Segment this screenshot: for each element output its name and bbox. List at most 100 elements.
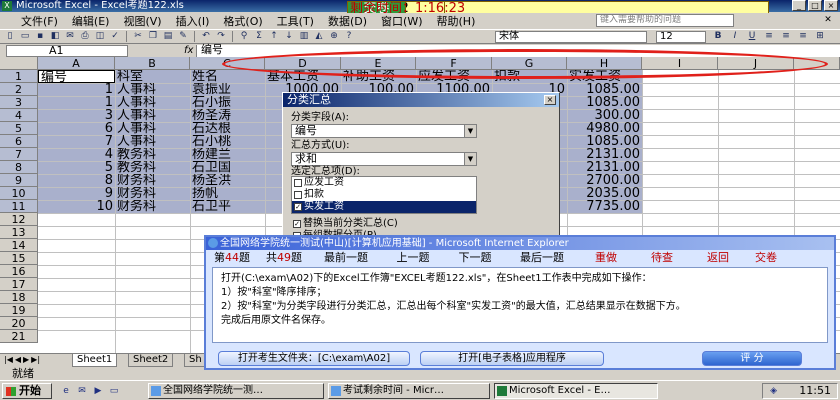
- list-item[interactable]: 扣款: [292, 189, 476, 201]
- row-header-18[interactable]: 18: [0, 291, 38, 304]
- email-icon[interactable]: ✉: [64, 31, 76, 42]
- cell-header[interactable]: 姓名: [190, 70, 265, 83]
- menu-data[interactable]: 数据(D): [321, 13, 374, 29]
- drawing-icon[interactable]: ◭: [313, 31, 325, 42]
- undo-icon[interactable]: ↶: [200, 31, 212, 42]
- first-sheet-icon[interactable]: |◀: [4, 355, 13, 364]
- row-header-9[interactable]: 9: [0, 174, 38, 187]
- checkbox[interactable]: ✓: [294, 203, 302, 211]
- score-button[interactable]: 评 分: [702, 351, 802, 366]
- outlook-quicklaunch-icon[interactable]: ✉: [76, 385, 88, 397]
- row-header-1[interactable]: 1: [0, 70, 38, 83]
- help-icon[interactable]: ?: [343, 31, 355, 42]
- print-preview-icon[interactable]: ◫: [94, 31, 106, 42]
- row-header-16[interactable]: 16: [0, 265, 38, 278]
- cell[interactable]: 杨建兰: [190, 148, 265, 161]
- formula-input[interactable]: 编号: [196, 44, 840, 57]
- row-header-19[interactable]: 19: [0, 304, 38, 317]
- save-icon[interactable]: ▪: [34, 31, 46, 42]
- start-button[interactable]: 开始: [2, 383, 52, 399]
- dialog-close-button[interactable]: ×: [544, 95, 556, 105]
- row-header-5[interactable]: 5: [0, 122, 38, 135]
- document-close-icon[interactable]: ✕: [822, 15, 834, 26]
- column-header-f[interactable]: F: [416, 57, 492, 70]
- cell[interactable]: 教务科: [115, 161, 190, 174]
- cell[interactable]: 杨圣洪: [190, 174, 265, 187]
- tray-network-icon[interactable]: ◈: [767, 386, 777, 396]
- cell[interactable]: 人事科: [115, 83, 190, 96]
- taskbar-item-timer[interactable]: 考试剩余时间 - Micr…: [328, 383, 490, 399]
- cell-header[interactable]: 基本工资: [265, 70, 341, 83]
- cell[interactable]: 8: [38, 174, 115, 187]
- copy-icon[interactable]: ❐: [147, 31, 159, 42]
- sort-ascending-icon[interactable]: ↑: [268, 31, 280, 42]
- row-header-6[interactable]: 6: [0, 135, 38, 148]
- first-question-button[interactable]: 最前一题: [310, 249, 382, 265]
- cell[interactable]: 人事科: [115, 96, 190, 109]
- media-quicklaunch-icon[interactable]: ▶: [92, 385, 104, 397]
- subtotal-items-list[interactable]: 应发工资 扣款 ✓ 实发工资: [291, 176, 477, 214]
- tab-sheet2[interactable]: Sheet2: [128, 354, 174, 367]
- row-header-2[interactable]: 2: [0, 83, 38, 96]
- next-question-button[interactable]: 下一题: [444, 249, 506, 265]
- cell[interactable]: 人事科: [115, 109, 190, 122]
- font-name-select[interactable]: 宋体: [495, 31, 647, 43]
- help-search-input[interactable]: 键入需要帮助的问题: [596, 14, 734, 27]
- chevron-down-icon[interactable]: ▼: [464, 125, 476, 137]
- column-header-b[interactable]: B: [115, 57, 190, 70]
- spelling-icon[interactable]: ✓: [109, 31, 121, 42]
- menu-view[interactable]: 视图(V): [116, 13, 168, 29]
- ie-quicklaunch-icon[interactable]: e: [60, 385, 72, 397]
- column-header-k[interactable]: [794, 57, 840, 70]
- checkbox[interactable]: ✓: [293, 220, 301, 228]
- menu-file[interactable]: 文件(F): [14, 13, 65, 29]
- last-question-button[interactable]: 最后一题: [506, 249, 578, 265]
- cell[interactable]: 1085.00: [567, 83, 642, 96]
- cell[interactable]: 财务科: [115, 187, 190, 200]
- row-header-21[interactable]: 21: [0, 330, 38, 343]
- row-header-4[interactable]: 4: [0, 109, 38, 122]
- excel-app-icon[interactable]: X: [2, 1, 12, 11]
- prev-sheet-icon[interactable]: ◀: [15, 355, 21, 364]
- return-button[interactable]: 返回: [690, 249, 746, 265]
- name-box[interactable]: A1: [6, 45, 128, 57]
- align-left-icon[interactable]: ≡: [763, 31, 775, 42]
- cell-header[interactable]: 应发工资: [416, 70, 492, 83]
- cut-icon[interactable]: ✂: [132, 31, 144, 42]
- cell[interactable]: 2035.00: [567, 187, 642, 200]
- tab-sheet1[interactable]: Sheet1: [72, 354, 118, 367]
- row-header-7[interactable]: 7: [0, 148, 38, 161]
- review-later-button[interactable]: 待查: [634, 249, 690, 265]
- row-header-11[interactable]: 11: [0, 200, 38, 213]
- cell[interactable]: 石小振: [190, 96, 265, 109]
- cell[interactable]: 石卫国: [190, 161, 265, 174]
- format-painter-icon[interactable]: ✎: [177, 31, 189, 42]
- maximize-button[interactable]: □: [808, 0, 822, 11]
- chart-wizard-icon[interactable]: ▥: [298, 31, 310, 42]
- permission-icon[interactable]: ◧: [49, 31, 61, 42]
- bold-icon[interactable]: B: [712, 31, 724, 42]
- cell[interactable]: 9: [38, 187, 115, 200]
- row-header-15[interactable]: 15: [0, 252, 38, 265]
- menu-insert[interactable]: 插入(I): [169, 13, 217, 29]
- menu-edit[interactable]: 编辑(E): [65, 13, 117, 29]
- redo-icon[interactable]: ↷: [215, 31, 227, 42]
- cell[interactable]: 人事科: [115, 122, 190, 135]
- cell[interactable]: 5: [38, 161, 115, 174]
- new-icon[interactable]: ▯: [4, 31, 16, 42]
- cell-header[interactable]: 科室: [115, 70, 190, 83]
- chevron-down-icon[interactable]: ▼: [464, 153, 476, 165]
- subtotal-function-select[interactable]: 求和 ▼: [291, 152, 477, 166]
- cell[interactable]: 杨圣涛: [190, 109, 265, 122]
- checkbox[interactable]: [294, 191, 302, 199]
- cell-header[interactable]: 扣款: [492, 70, 567, 83]
- taskbar-item-excel[interactable]: Microsoft Excel - E…: [494, 383, 658, 399]
- column-header-h[interactable]: H: [567, 57, 642, 70]
- cell[interactable]: 1085.00: [567, 96, 642, 109]
- insert-function-icon[interactable]: fx: [184, 45, 193, 56]
- prev-question-button[interactable]: 上一题: [382, 249, 444, 265]
- menu-window[interactable]: 窗口(W): [374, 13, 429, 29]
- align-right-icon[interactable]: ≡: [797, 31, 809, 42]
- hyperlink-icon[interactable]: ⚲: [238, 31, 250, 42]
- taskbar-item-exam[interactable]: 全国网络学院统一测…: [148, 383, 324, 399]
